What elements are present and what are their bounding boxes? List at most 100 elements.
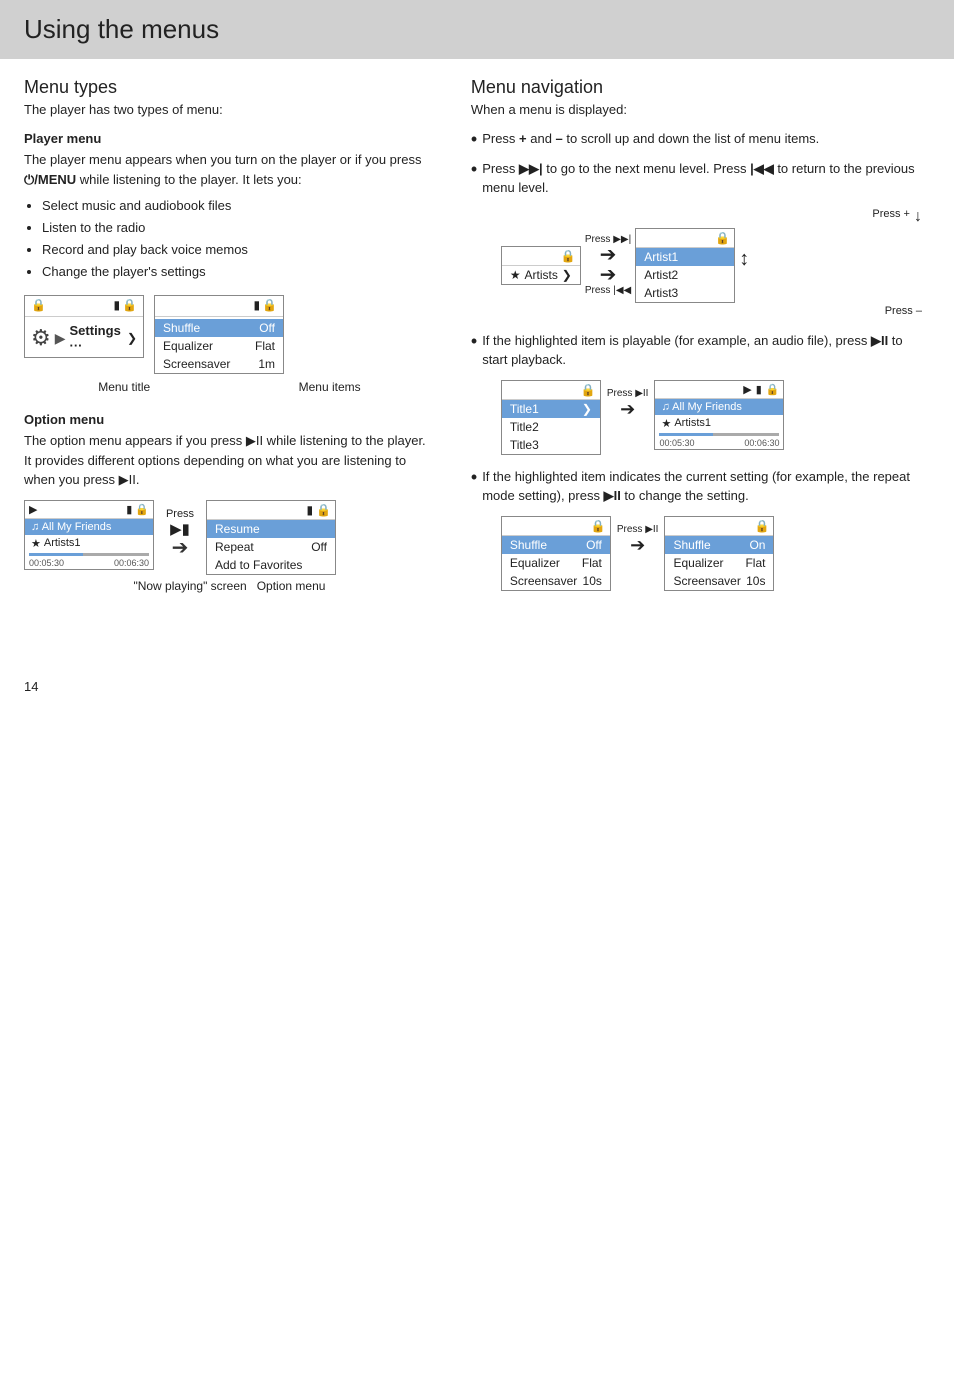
pb-left-box: 🔒 Title1 ❯ Title2 Title3: [501, 380, 601, 455]
list-item: Listen to the radio: [42, 217, 435, 239]
nav-source-box: 🔒 ★ Artists ❯: [501, 246, 581, 285]
play-pause-icon: ▶▮: [170, 520, 190, 538]
battery-icon4: ▮: [306, 503, 313, 517]
battery-icon-pb: ▮: [756, 383, 762, 396]
bullet-dot-3: •: [471, 332, 477, 350]
nav-bullet-1-text: Press + and – to scroll up and down the …: [482, 129, 930, 149]
page-number: 14: [24, 679, 38, 694]
nav-arrows: Press ▶▶| ➔ ➔ Press |◀◀: [585, 234, 631, 296]
lock-icon-set1: 🔒: [591, 519, 606, 533]
option-menu-heading: Option menu: [24, 412, 435, 427]
chevron-right-nav: ❯: [562, 268, 572, 282]
pb-title1: Title1 ❯: [502, 400, 600, 418]
press-plus-label: Press +: [872, 208, 910, 226]
set-shuffle-right: Shuffle On: [665, 536, 773, 554]
menu-item-screensaver: Screensaver 1m: [155, 355, 283, 373]
lock-icon-set2: 🔒: [755, 519, 770, 533]
lock-icon3: 🔒: [135, 503, 149, 516]
music-note-icon: ♫: [31, 521, 39, 533]
setting-diagram: 🔒 Shuffle Off Equalizer Flat Screensaver…: [501, 516, 930, 591]
play-state-icon: ▶: [29, 503, 37, 516]
page-header: Using the menus: [0, 0, 954, 59]
bullet-dot-1: •: [471, 130, 477, 148]
battery-icon3: ▮: [126, 503, 132, 516]
right-arrow-icon: ➔: [172, 538, 189, 558]
opt-item-repeat: Repeat Off: [207, 538, 335, 556]
right-arrow-set: ➔: [630, 535, 645, 556]
menu-items-caption: Menu items: [299, 380, 361, 394]
nav-diagram-container: Press + ↓ 🔒 ★ Artists ❯: [501, 208, 930, 317]
menu-illustration: 🔒 ▮ 🔒 ⚙ ▶ Settings ··· ❯: [24, 295, 435, 374]
set-equalizer-right: Equalizer Flat: [665, 554, 773, 572]
lock-icon2: 🔒: [262, 298, 277, 312]
nav-row: 🔒 ★ Artists ❯ Press ▶▶| ➔ ➔ Press |◀◀: [501, 228, 930, 303]
option-menu-illustration: ▶ ▮ 🔒 ♫ All My Friends ★ Artists1 00:05:: [24, 500, 435, 575]
nav-dest-box: 🔒 Artist1 Artist2 Artist3: [635, 228, 735, 303]
press-play-label2: Press ▶II: [607, 388, 649, 399]
star-icon-pb: ★: [661, 417, 671, 430]
setting-bullet-text: If the highlighted item indicates the cu…: [482, 467, 930, 506]
star-icon-nav: ★: [510, 268, 521, 282]
lock-icon-pb: 🔒: [581, 383, 596, 397]
nav-dest-item-2: Artist2: [636, 266, 734, 284]
play-icon: ▶: [55, 330, 66, 347]
bullet-dot-4: •: [471, 468, 477, 486]
set-screensaver-right: Screensaver 10s: [665, 572, 773, 590]
right-arrow-pb: ➔: [620, 399, 635, 420]
player-menu-heading: Player menu: [24, 131, 435, 146]
up-arrow-nav: ↕: [739, 248, 749, 271]
set-arrow-area: Press ▶II ➔: [615, 524, 661, 556]
option-menu-para: The option menu appears if you press ▶II…: [24, 431, 435, 490]
star-icon: ★: [31, 537, 41, 550]
battery-icon2: ▮: [253, 298, 260, 312]
lock-icon4: 🔒: [316, 503, 331, 517]
nav-dest-item-1: Artist1: [636, 248, 734, 266]
now-playing-caption: "Now playing" screen: [133, 579, 246, 593]
np-artist: ★ Artists1: [25, 535, 153, 552]
now-playing-box: ▶ ▮ 🔒 ♫ All My Friends ★ Artists1 00:05:: [24, 500, 154, 570]
lock-icon-nav2: 🔒: [715, 231, 730, 245]
set-left-box: 🔒 Shuffle Off Equalizer Flat Screensaver…: [501, 516, 611, 591]
lock-icon-nav: 🔒: [561, 249, 576, 263]
right-column: Menu navigation When a menu is displayed…: [459, 77, 930, 599]
list-item: Record and play back voice memos: [42, 239, 435, 261]
pb-track-name: ♫ All My Friends: [655, 399, 783, 415]
menu-types-subtitle: The player has two types of menu:: [24, 102, 435, 117]
page-number-area: 14: [0, 679, 954, 694]
music-icon-pb: ♫: [661, 401, 669, 413]
np-track-name: ♫ All My Friends: [25, 519, 153, 535]
chevron-right-icon: ❯: [127, 331, 137, 345]
list-item: Select music and audiobook files: [42, 195, 435, 217]
set-equalizer-left: Equalizer Flat: [502, 554, 610, 572]
menu-box-icon-left: 🔒: [31, 298, 46, 312]
left-column: Menu types The player has two types of m…: [24, 77, 459, 599]
lock-icon: 🔒: [122, 298, 137, 312]
player-menu-para: The player menu appears when you turn on…: [24, 150, 435, 189]
list-item: Change the player's settings: [42, 261, 435, 283]
settings-menu-box: 🔒 ▮ 🔒 ⚙ ▶ Settings ··· ❯: [24, 295, 144, 358]
press-rew-label: Press |◀◀: [585, 285, 631, 296]
menu-title-caption: Menu title: [98, 380, 150, 394]
menu-item-shuffle: Shuffle Off: [155, 319, 283, 337]
option-menu-box: ▮ 🔒 Resume Repeat Off Add to Favorites: [206, 500, 336, 575]
play-icon-pb: ▶: [743, 383, 751, 396]
playback-diagram: 🔒 Title1 ❯ Title2 Title3 Press ▶II ➔ ▶ ▮: [501, 380, 930, 455]
nav-dest-item-3: Artist3: [636, 284, 734, 302]
menu-nav-title: Menu navigation: [471, 77, 930, 98]
option-captions: "Now playing" screen Option menu: [24, 579, 435, 593]
nav-source-item: ★ Artists ❯: [502, 266, 580, 284]
lock-icon-pb2: 🔒: [766, 383, 780, 396]
pb-arrow-area: Press ▶II ➔: [605, 388, 651, 420]
pb-right-box: ▶ ▮ 🔒 ♫ All My Friends ★ Artists1 00:05:…: [654, 380, 784, 450]
settings-label: Settings ···: [70, 323, 123, 353]
down-arrow-icon: ↓: [914, 208, 922, 226]
menu-caption: Menu title Menu items: [24, 380, 435, 394]
set-right-box: 🔒 Shuffle On Equalizer Flat Screensaver …: [664, 516, 774, 591]
press-set-label: Press ▶II: [617, 524, 659, 535]
set-screensaver-left: Screensaver 10s: [502, 572, 610, 590]
pb-artist: ★ Artists1: [655, 415, 783, 432]
bullet-dot-2: •: [471, 160, 477, 178]
setting-bullet: • If the highlighted item indicates the …: [471, 467, 930, 506]
pb-title2: Title2: [502, 418, 600, 436]
nav-bullet-2-text: Press ▶▶| to go to the next menu level. …: [482, 159, 930, 198]
